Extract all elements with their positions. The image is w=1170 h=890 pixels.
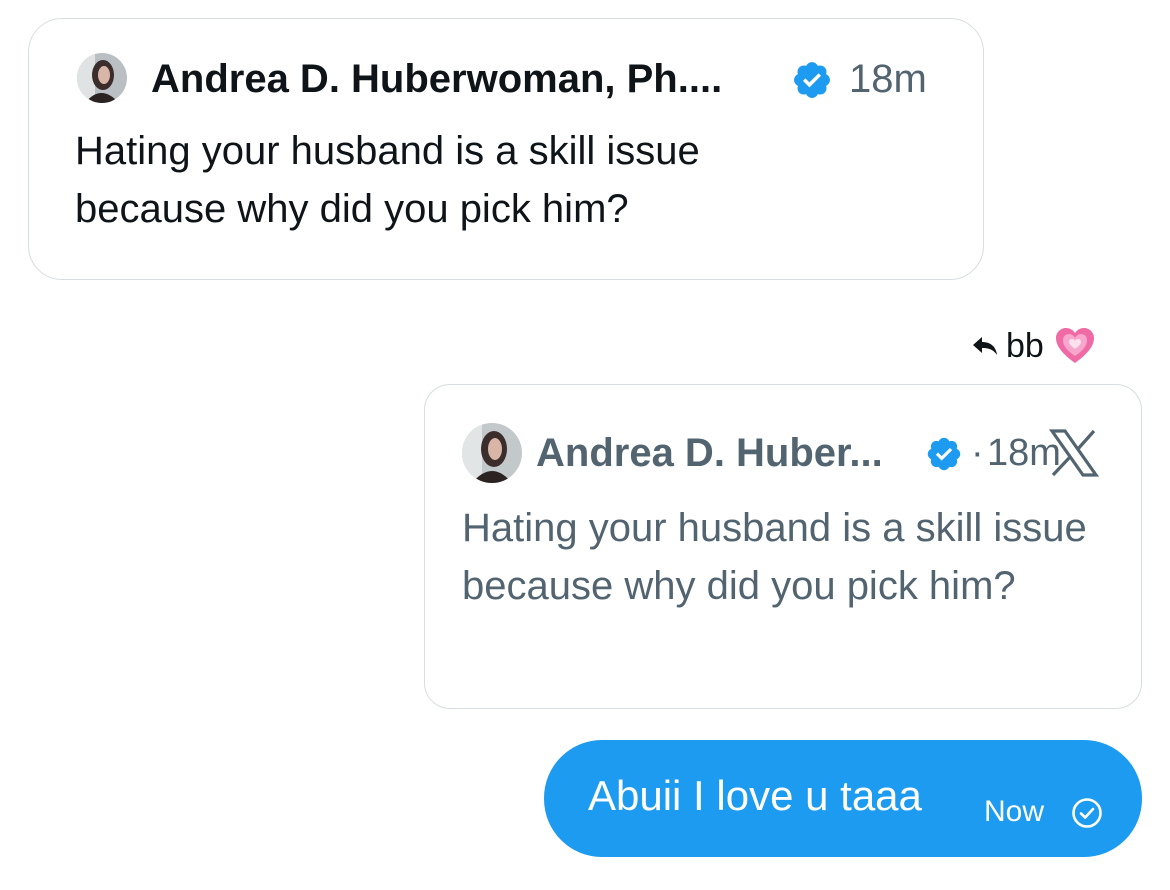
embedded-quote-card[interactable]: Andrea D. Huber... · 18m Hating your hus… [424,384,1142,709]
quote-author-avatar[interactable] [462,423,522,483]
quote-author-name[interactable]: Andrea D. Huber... [536,429,883,477]
sent-message-bubble[interactable]: Abuii I love u taaa Now [544,740,1142,857]
author-avatar[interactable] [77,53,127,103]
reply-to-label: bb [1006,326,1044,365]
message-text: Abuii I love u taaa [588,772,922,819]
verified-badge-icon [794,62,830,98]
growing-heart-icon [1055,328,1094,363]
x-logo-icon [1049,429,1099,477]
reply-arrow-icon [973,337,997,355]
message-timestamp: Now [984,795,1045,828]
author-name[interactable]: Andrea D. Huberwoman, Ph.... [151,55,722,103]
quote-text: Hating your husband is a skill issue bec… [462,506,1087,608]
quoted-tweet-card[interactable]: Andrea D. Huberwoman, Ph.... 18m Hating … [28,18,984,280]
sent-check-icon [1072,798,1102,828]
tweet-text: Hating your husband is a skill issue bec… [75,129,700,231]
tweet-timestamp: 18m [849,57,927,101]
reply-context[interactable]: bb [972,322,1096,370]
verified-badge-icon [927,437,961,471]
separator-dot: · [971,432,984,474]
